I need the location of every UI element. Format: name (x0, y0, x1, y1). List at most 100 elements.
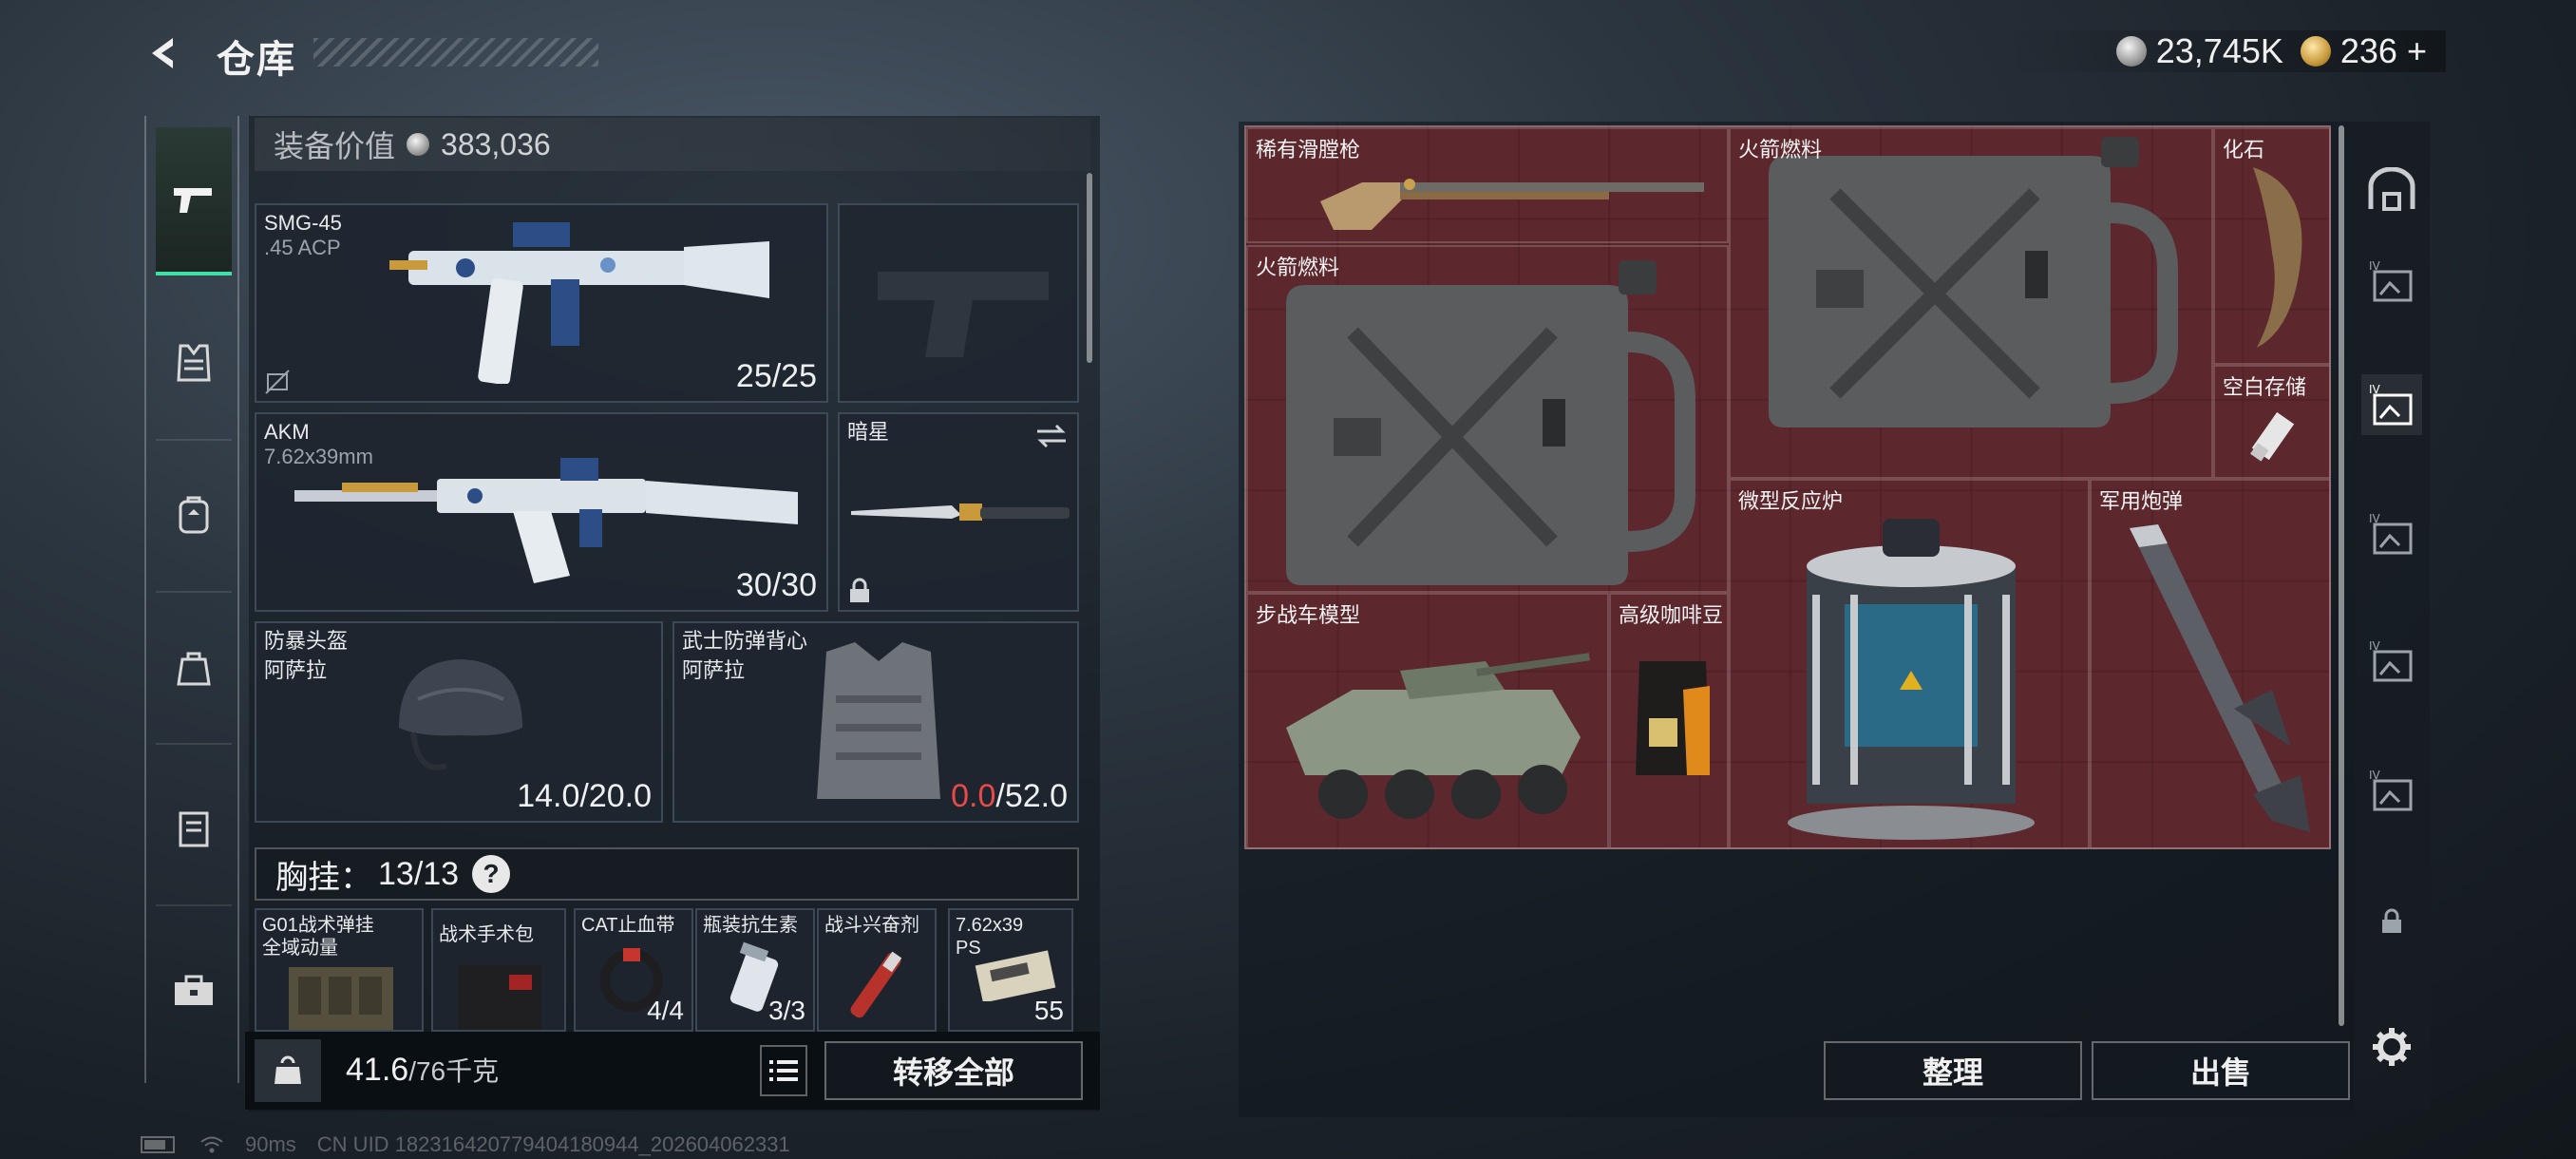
nav-weapons[interactable] (156, 127, 232, 276)
sell-button[interactable]: 出售 (2092, 1041, 2350, 1100)
storage-page-tab[interactable]: IV (2361, 631, 2422, 692)
chest-rig-slot[interactable]: G01战术弹挂 全域动量 (255, 908, 424, 1032)
chest-item-name: 瓶装抗生素 (703, 915, 798, 936)
kettlebell-icon (275, 1055, 301, 1084)
currency-bar: 23,745K 236 + (1995, 30, 2446, 72)
title-decoration (313, 38, 598, 66)
transfer-all-button[interactable]: 转移全部 (824, 1041, 1083, 1100)
storage-item-fossil[interactable]: 化石 (2213, 127, 2331, 365)
gear-icon (2373, 1028, 2411, 1066)
no-attachment-icon (265, 370, 290, 394)
weapon-ammo-count: 25/25 (735, 358, 817, 394)
silver-currency[interactable]: 23,745K (2115, 31, 2283, 71)
weapon-name: SMG-45 (264, 211, 342, 235)
claw-fossil-icon (2253, 167, 2302, 348)
storage-item-blank-storage[interactable]: 空白存储 (2213, 365, 2331, 479)
armored-vehicle-icon (1286, 653, 1590, 819)
silver-amount: 23,745K (2155, 31, 2283, 70)
storage-page-tab-active[interactable]: IV (2361, 374, 2422, 435)
battery-icon (141, 1136, 175, 1153)
locked-storage-tab[interactable] (2361, 891, 2422, 952)
gold-amount: 236 (2339, 31, 2397, 70)
storage-box-icon: IV (2369, 769, 2413, 811)
armor-map: 阿萨拉 (682, 658, 746, 682)
chest-item-name: G01战术弹挂 (262, 915, 374, 936)
list-icon (769, 1060, 798, 1081)
vest-icon (177, 344, 211, 382)
armor-name: 武士防弹背心 (682, 629, 808, 653)
storage-box-icon: IV (2369, 639, 2413, 682)
storage-item-musket[interactable]: 稀有滑膛枪 (1246, 127, 1729, 243)
storage-item-premium-coffee[interactable]: 高级咖啡豆 (1609, 593, 1729, 849)
reactor-icon (1788, 519, 2035, 840)
back-button[interactable] (141, 28, 190, 78)
swap-icon[interactable] (1035, 422, 1068, 450)
gold-currency[interactable]: 236 + (2300, 31, 2427, 71)
item-name: 步战车模型 (1256, 603, 1361, 627)
melee-name: 暗星 (847, 420, 890, 444)
chest-item-sub: 全域动量 (262, 938, 338, 959)
sort-button[interactable]: 整理 (1824, 1041, 2082, 1100)
usb-drive-icon (2249, 411, 2295, 462)
chest-item-name: 战术手术包 (439, 924, 534, 945)
helmet-map: 阿萨拉 (264, 658, 328, 682)
equipment-value: 383,036 (441, 126, 551, 162)
ammo-box-icon (975, 950, 1056, 1001)
nav-container[interactable] (156, 790, 232, 866)
pistol-slot[interactable] (838, 203, 1079, 403)
storage-scrollbar[interactable] (2339, 125, 2344, 1026)
list-view-button[interactable] (760, 1045, 807, 1096)
primary-weapon-slot-1[interactable]: SMG-45 .45 ACP 25/25 (255, 203, 828, 403)
storage-page-tab[interactable]: IV (2361, 760, 2422, 821)
jerrycan-icon (1769, 137, 2178, 428)
lock-icon (850, 578, 869, 602)
chest-item-slot[interactable]: 战术手术包 (431, 908, 566, 1032)
pistol-icon (174, 188, 212, 213)
ammo-slot[interactable]: 7.62x39 PS 55 (948, 908, 1073, 1032)
stimulant-icon (850, 951, 902, 1018)
help-icon[interactable]: ? (472, 855, 511, 893)
bunker-icon (2368, 167, 2415, 211)
storage-item-rocket-fuel[interactable]: 火箭燃料 (1246, 245, 1729, 593)
container-icon (179, 811, 209, 847)
storage-item-ifv-model[interactable]: 步战车模型 (1246, 593, 1609, 849)
item-name: 高级咖啡豆 (1619, 603, 1724, 627)
storage-box-icon: IV (2369, 512, 2413, 555)
toolbox-icon (175, 975, 213, 1005)
lock-icon (2382, 908, 2401, 933)
storage-page-tab[interactable]: IV (2361, 251, 2422, 312)
ammo-count: 55 (1033, 996, 1064, 1025)
primary-weapon-slot-2[interactable]: AKM 7.62x39mm 30/30 (255, 412, 828, 612)
vest-icon (817, 642, 940, 799)
storage-box-icon: IV (2369, 383, 2413, 426)
settings-button[interactable] (2361, 1016, 2422, 1077)
storage-home-tab[interactable] (2361, 160, 2422, 220)
melee-slot[interactable]: 暗星 (838, 412, 1079, 612)
storage-page-tab[interactable]: IV (2361, 504, 2422, 564)
equipment-scrollbar[interactable] (1087, 173, 1092, 363)
storage-item-micro-reactor[interactable]: 微型反应炉 (1729, 479, 2090, 849)
helmet-slot[interactable]: 防暴头盔 阿萨拉 14.0/20.0 (255, 621, 663, 823)
armor-slot[interactable]: 武士防弹背心 阿萨拉 0.0/52.0 (672, 621, 1079, 823)
nav-armor[interactable] (156, 325, 232, 401)
nav-backpack[interactable] (156, 477, 232, 553)
item-name: 化石 (2223, 138, 2265, 162)
chest-item-slot[interactable]: 战斗兴奋剂 (817, 908, 937, 1032)
knife-icon (851, 504, 1070, 521)
user-uid: CN UID 182316420779404180944_20260406233… (316, 1132, 790, 1156)
chest-item-slot[interactable]: 瓶装抗生素 3/3 (695, 908, 815, 1032)
chest-item-slot[interactable]: CAT止血带 4/4 (574, 908, 693, 1032)
armor-durability: 0.0/52.0 (951, 778, 1068, 815)
nav-safebox[interactable] (156, 952, 232, 1028)
chest-item-name: 战斗兴奋剂 (824, 915, 919, 936)
chest-rig-icon (289, 967, 393, 1030)
ammo-name: 7.62x39 (956, 915, 1024, 936)
storage-item-rocket-fuel[interactable]: 火箭燃料 (1729, 127, 2213, 479)
nav-bag[interactable] (156, 629, 232, 705)
helmet-icon (399, 659, 522, 770)
item-name: 军用炮弹 (2099, 489, 2184, 513)
missile-icon (2130, 524, 2310, 832)
weight-icon (255, 1039, 321, 1102)
storage-item-military-shell[interactable]: 军用炮弹 (2090, 479, 2331, 849)
add-currency-icon[interactable]: + (2407, 31, 2427, 71)
